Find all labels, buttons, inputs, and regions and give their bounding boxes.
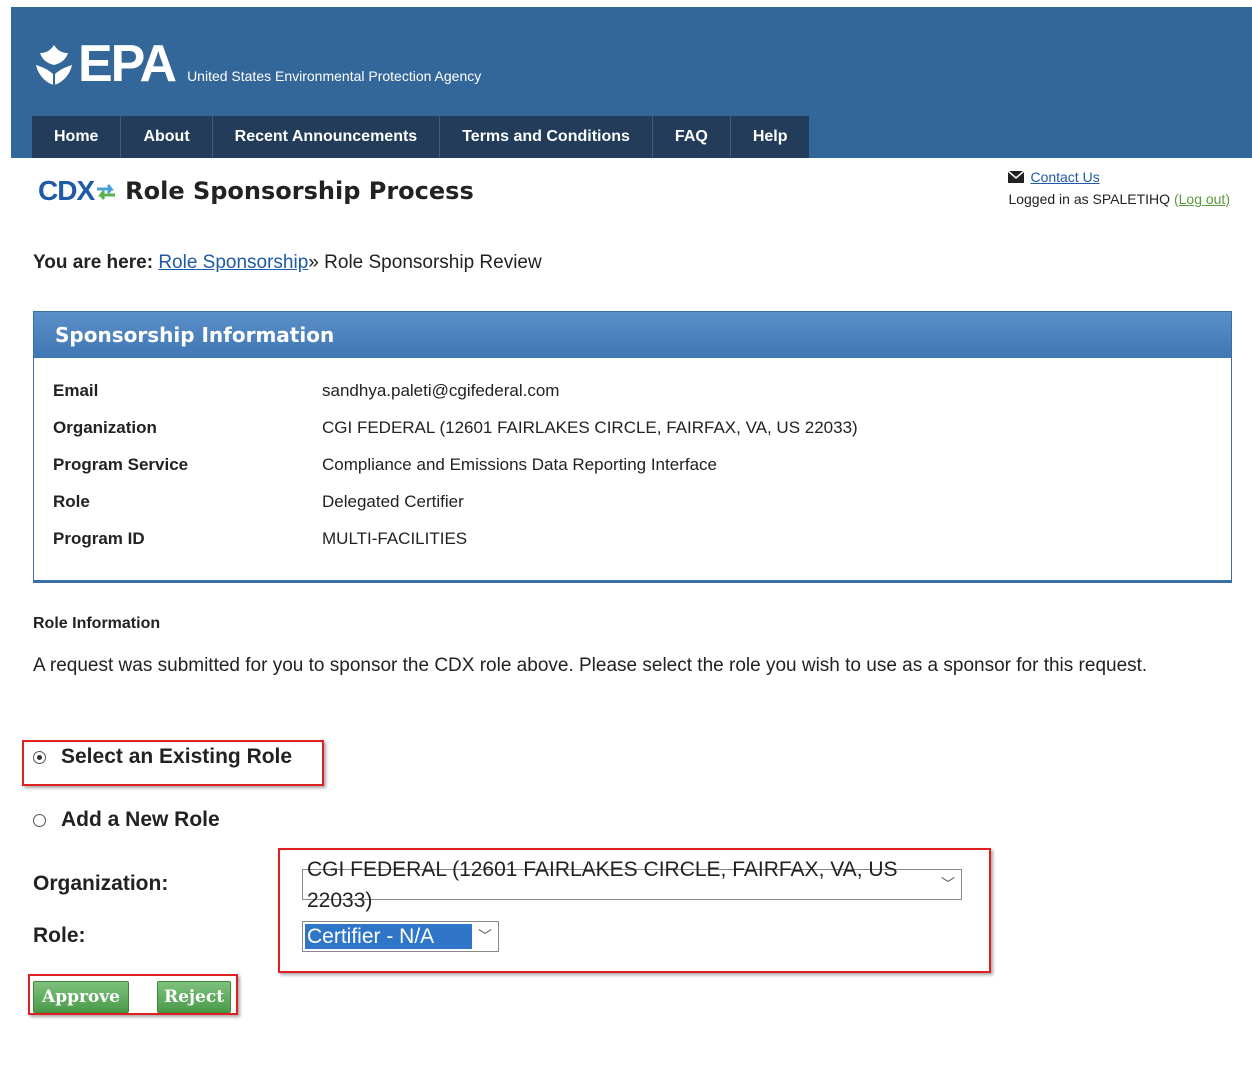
organization-select[interactable]: CGI FEDERAL (12601 FAIRLAKES CIRCLE, FAI… — [302, 858, 962, 912]
nav-about[interactable]: About — [121, 116, 213, 158]
user-info: Contact Us Logged in as SPALETIHQ (Log o… — [1008, 169, 1230, 207]
logout-link[interactable]: (Log out) — [1174, 191, 1230, 207]
nav-recent-announcements[interactable]: Recent Announcements — [213, 116, 441, 158]
nav-faq[interactable]: FAQ — [653, 116, 731, 158]
existing-role-radio[interactable] — [33, 750, 46, 764]
info-row-program-service: Program Service Compliance and Emissions… — [53, 454, 858, 491]
approve-button[interactable]: Approve — [33, 981, 129, 1013]
nav-terms-and-conditions[interactable]: Terms and Conditions — [440, 116, 653, 158]
nav-home[interactable]: Home — [32, 116, 122, 158]
info-row-email: Email sandhya.paleti@cgifederal.com — [53, 380, 858, 417]
new-role-label[interactable]: Add a New Role — [61, 808, 220, 832]
info-value: MULTI-FACILITIES — [322, 529, 468, 548]
info-label: Role — [53, 492, 90, 511]
breadcrumb-prefix: You are here: — [33, 252, 154, 273]
main-nav: Home About Recent Announcements Terms an… — [32, 116, 810, 158]
sponsorship-info-table: Email sandhya.paleti@cgifederal.com Orga… — [53, 380, 858, 565]
envelope-icon — [1008, 171, 1025, 183]
organization-select-value: CGI FEDERAL (12601 FAIRLAKES CIRCLE, FAI… — [307, 857, 898, 912]
breadcrumb-separator: » — [308, 252, 319, 273]
option-new-role[interactable]: Add a New Role — [33, 808, 220, 832]
epa-logo[interactable]: EPA United States Environmental Protecti… — [32, 35, 482, 93]
panel-heading: Sponsorship Information — [34, 312, 1231, 358]
role-info-heading: Role Information — [33, 615, 161, 632]
info-value: Delegated Certifier — [322, 492, 464, 511]
info-label: Organization — [53, 418, 157, 437]
option-existing-role[interactable]: Select an Existing Role — [33, 745, 292, 769]
contact-us-link[interactable]: Contact Us — [1030, 169, 1099, 185]
new-role-radio[interactable] — [33, 813, 46, 827]
sponsorship-panel: Sponsorship Information Email sandhya.pa… — [33, 311, 1232, 583]
chevron-down-icon: ﹀ — [941, 876, 955, 892]
existing-role-label[interactable]: Select an Existing Role — [61, 745, 292, 769]
role-label: Role: — [33, 924, 86, 947]
reject-button[interactable]: Reject — [157, 981, 231, 1013]
role-select[interactable]: Certifier - N/A ﹀ — [302, 921, 499, 952]
info-value: CGI FEDERAL (12601 FAIRLAKES CIRCLE, FAI… — [322, 418, 858, 437]
info-label: Program ID — [53, 529, 145, 548]
epa-flower-icon — [36, 45, 72, 85]
breadcrumb: You are here: Role Sponsorship» Role Spo… — [33, 252, 542, 274]
info-row-program-id: Program ID MULTI-FACILITIES — [53, 528, 858, 565]
agency-name: United States Environmental Protection A… — [187, 68, 482, 84]
organization-label: Organization: — [33, 872, 169, 895]
info-value: sandhya.paleti@cgifederal.com — [322, 381, 560, 400]
nav-help[interactable]: Help — [731, 116, 810, 158]
cdx-arrows-icon — [97, 184, 116, 200]
info-row-role: Role Delegated Certifier — [53, 491, 858, 528]
info-label: Program Service — [53, 455, 189, 474]
page-title-text: Role Sponsorship Process — [125, 177, 474, 205]
epa-logo-text: EPA — [78, 35, 177, 93]
page-title: CDX Role Sponsorship Process — [38, 175, 474, 207]
breadcrumb-current: Role Sponsorship Review — [324, 252, 542, 273]
cdx-logo: CDX — [38, 175, 95, 206]
logged-in-text: Logged in as SPALETIHQ — [1008, 191, 1171, 207]
role-info-description: A request was submitted for you to spons… — [33, 655, 1148, 676]
info-label: Email — [53, 381, 99, 400]
info-row-organization: Organization CGI FEDERAL (12601 FAIRLAKE… — [53, 417, 858, 454]
site-header: EPA United States Environmental Protecti… — [11, 7, 1252, 158]
role-select-value: Certifier - N/A — [305, 924, 472, 949]
breadcrumb-link-role-sponsorship[interactable]: Role Sponsorship — [158, 252, 308, 273]
info-value: Compliance and Emissions Data Reporting … — [322, 455, 717, 474]
chevron-down-icon: ﹀ — [478, 928, 492, 944]
